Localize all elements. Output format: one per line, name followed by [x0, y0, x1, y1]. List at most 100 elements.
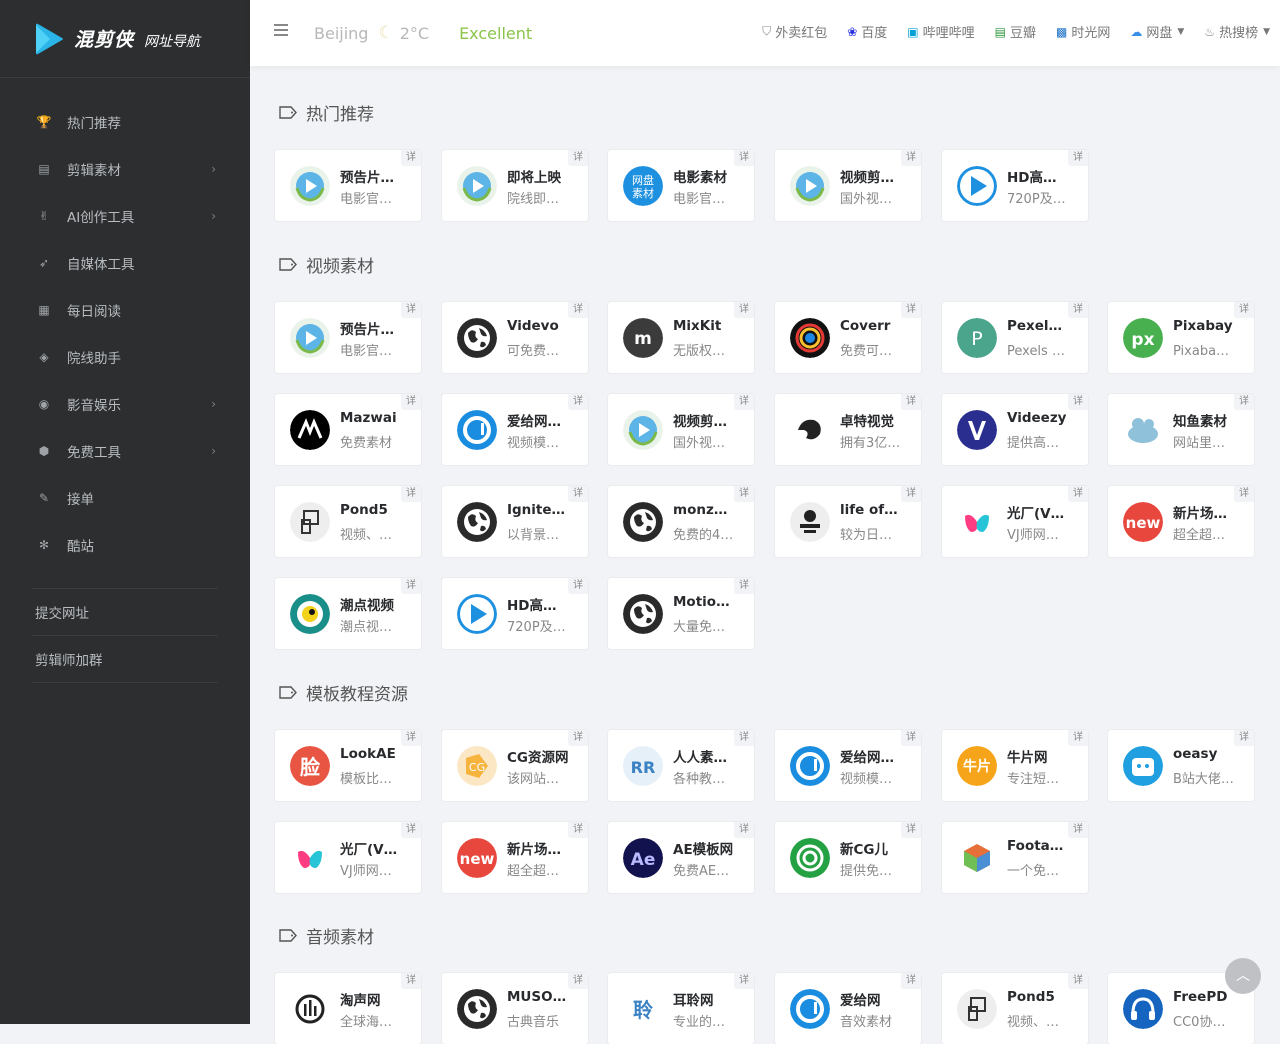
site-card[interactable]: Motion Elements 大量免费素材 详 — [608, 578, 754, 649]
detail-button[interactable]: 详 — [1068, 394, 1088, 410]
site-card[interactable]: 光厂(VJ师网) VJ师网素材 详 — [275, 822, 421, 893]
detail-button[interactable]: 详 — [568, 730, 588, 746]
site-card[interactable]: 预告片世界电影官方预告片 详 — [275, 302, 421, 373]
detail-button[interactable]: 详 — [734, 486, 754, 502]
site-card[interactable]: Ignite Motion 以背景素材 详 — [442, 486, 588, 557]
site-card[interactable]: 淘声网全球海量音效 详 — [275, 973, 421, 1044]
detail-button[interactable]: 详 — [568, 302, 588, 318]
site-card[interactable]: oeasy B站大佬教程 详 — [1108, 730, 1254, 801]
detail-button[interactable]: 详 — [901, 150, 921, 166]
detail-button[interactable]: 详 — [1234, 730, 1254, 746]
sidebar-item-8[interactable]: ✎ 接单 — [0, 474, 250, 521]
detail-button[interactable]: 详 — [401, 730, 421, 746]
site-card[interactable]: Videezy 提供高清素材 详 — [942, 394, 1088, 465]
detail-button[interactable]: 详 — [401, 486, 421, 502]
detail-button[interactable]: 详 — [901, 394, 921, 410]
detail-button[interactable]: 详 — [401, 973, 421, 989]
site-card[interactable]: 脸 LookAE 模板比较全 详 — [275, 730, 421, 801]
sidebar-item-2[interactable]: ✌ AI创作工具 › — [0, 192, 250, 239]
detail-button[interactable]: 详 — [901, 730, 921, 746]
site-card[interactable]: 即将上映院线即将上映 详 — [442, 150, 588, 221]
detail-button[interactable]: 详 — [734, 578, 754, 594]
detail-button[interactable]: 详 — [1068, 973, 1088, 989]
detail-button[interactable]: 详 — [568, 486, 588, 502]
detail-button[interactable]: 详 — [568, 822, 588, 838]
site-card[interactable]: Footage Crate 一个免费素材 详 — [942, 822, 1088, 893]
detail-button[interactable]: 详 — [568, 578, 588, 594]
site-card[interactable]: 网盘素材电影素材电影官方素材详 — [608, 150, 754, 221]
sidebar-item-3[interactable]: ➶ 自媒体工具 — [0, 239, 250, 286]
detail-button[interactable]: 详 — [734, 150, 754, 166]
site-card[interactable]: 卓特视觉拥有3亿素材 详 — [775, 394, 921, 465]
site-card[interactable]: Pond5 视频、音频 详 — [942, 973, 1088, 1044]
site-card[interactable]: Videvo 可免费商用 详 — [442, 302, 588, 373]
site-card[interactable]: 视频剪辑素材国外视频素材 详 — [775, 150, 921, 221]
detail-button[interactable]: 详 — [1234, 302, 1254, 318]
detail-button[interactable]: 详 — [734, 730, 754, 746]
detail-button[interactable]: 详 — [401, 394, 421, 410]
sidebar-item-7[interactable]: ⬢ 免费工具 › — [0, 427, 250, 474]
sidebar-item-6[interactable]: ◉ 影音娱乐 › — [0, 380, 250, 427]
top-nav-item-1[interactable]: ❀ 百度 — [847, 22, 887, 42]
site-card[interactable]: 新CG儿提供免费模板 详 — [775, 822, 921, 893]
detail-button[interactable]: 详 — [1068, 150, 1088, 166]
site-card[interactable]: 爱给网视频视频模板素材 详 — [442, 394, 588, 465]
site-card[interactable]: HD高清片源 720P及以上 详 — [942, 150, 1088, 221]
site-card[interactable]: 聆 耳聆网 专业的音效 详 — [608, 973, 754, 1044]
detail-button[interactable]: 详 — [401, 822, 421, 838]
site-card[interactable]: 知鱼素材 网站里素材 详 — [1108, 394, 1254, 465]
detail-button[interactable]: 详 — [1068, 302, 1088, 318]
top-nav-item-0[interactable]: ⛉ 外卖红包 — [762, 22, 827, 41]
site-card[interactable]: Coverr 免费可商用 详 — [775, 302, 921, 373]
detail-button[interactable]: 详 — [1068, 486, 1088, 502]
detail-button[interactable]: 详 — [734, 973, 754, 989]
site-card[interactable]: Ae AE模板网免费AE模板 详 — [608, 822, 754, 893]
detail-button[interactable]: 详 — [401, 302, 421, 318]
site-card[interactable]: 爱给网模板视频模板素材 详 — [775, 730, 921, 801]
site-card[interactable]: Mazwai 免费素材 详 — [275, 394, 421, 465]
sidebar-item-5[interactable]: ◈ 院线助手 — [0, 333, 250, 380]
detail-button[interactable]: 详 — [401, 578, 421, 594]
sidebar-item-0[interactable]: 🏆 热门推荐 — [0, 98, 250, 145]
sidebar-item-1[interactable]: ▤ 剪辑素材 › — [0, 145, 250, 192]
site-card[interactable]: Pond5 视频、音频 详 — [275, 486, 421, 557]
site-card[interactable]: CG CG资源网 该网站资源 详 — [442, 730, 588, 801]
site-card[interactable]: px Pixabay Pixabay视频 详 — [1108, 302, 1254, 373]
weather-widget[interactable]: Beijing ☾ 2°C Excellent — [314, 23, 532, 43]
detail-button[interactable]: 详 — [734, 302, 754, 318]
detail-button[interactable]: 详 — [1068, 730, 1088, 746]
detail-button[interactable]: 详 — [568, 394, 588, 410]
site-card[interactable]: RR 人人素材网各种教程素材 详 — [608, 730, 754, 801]
site-card[interactable]: 预告片世界电影官方预告片 详 — [275, 150, 421, 221]
detail-button[interactable]: 详 — [734, 822, 754, 838]
site-card[interactable]: P Pexels Videos Pexels 视频 详 — [942, 302, 1088, 373]
detail-button[interactable]: 详 — [1068, 822, 1088, 838]
top-nav-item-5[interactable]: ☁ 网盘 ▼ — [1130, 22, 1184, 42]
site-card[interactable]: new 新片场素材 超全超高清 详 — [1108, 486, 1254, 557]
sidebar-link-1[interactable]: 剪辑师加群 — [32, 636, 218, 683]
detail-button[interactable]: 详 — [568, 973, 588, 989]
logo[interactable]: 混剪侠 网址导航 — [0, 0, 250, 78]
detail-button[interactable]: 详 — [568, 150, 588, 166]
site-card[interactable]: life of vids 较为日常素材 详 — [775, 486, 921, 557]
sidebar-item-4[interactable]: ▦ 每日阅读 — [0, 286, 250, 333]
site-card[interactable]: HD高清片源 720P及以上 详 — [442, 578, 588, 649]
top-nav-item-6[interactable]: ♨ 热搜榜 ▼ — [1204, 22, 1270, 42]
top-nav-item-4[interactable]: ▩ 时光网 — [1056, 22, 1110, 42]
detail-button[interactable]: 详 — [401, 150, 421, 166]
site-card[interactable]: new 新片场素材 超全超高清 详 — [442, 822, 588, 893]
detail-button[interactable]: 详 — [901, 302, 921, 318]
sidebar-link-0[interactable]: 提交网址 — [32, 589, 218, 636]
site-card[interactable]: monzoom 免费的4K素材 详 — [608, 486, 754, 557]
detail-button[interactable]: 详 — [1234, 394, 1254, 410]
site-card[interactable]: m MixKit 无版权素材 详 — [608, 302, 754, 373]
site-card[interactable]: 爱给网 音效素材 详 — [775, 973, 921, 1044]
menu-toggle-icon[interactable] — [274, 24, 288, 39]
site-card[interactable]: MUSOPEN 古典音乐 详 — [442, 973, 588, 1044]
detail-button[interactable]: 详 — [734, 394, 754, 410]
site-card[interactable]: 光厂(VJ师网) VJ师网素材 详 — [942, 486, 1088, 557]
top-nav-item-2[interactable]: ▣ 哔哩哔哩 — [907, 22, 974, 42]
site-card[interactable]: 潮点视频潮点视频素材 详 — [275, 578, 421, 649]
back-to-top-button[interactable]: ︿ — [1225, 958, 1261, 994]
sidebar-item-9[interactable]: ✻ 酷站 — [0, 521, 250, 568]
